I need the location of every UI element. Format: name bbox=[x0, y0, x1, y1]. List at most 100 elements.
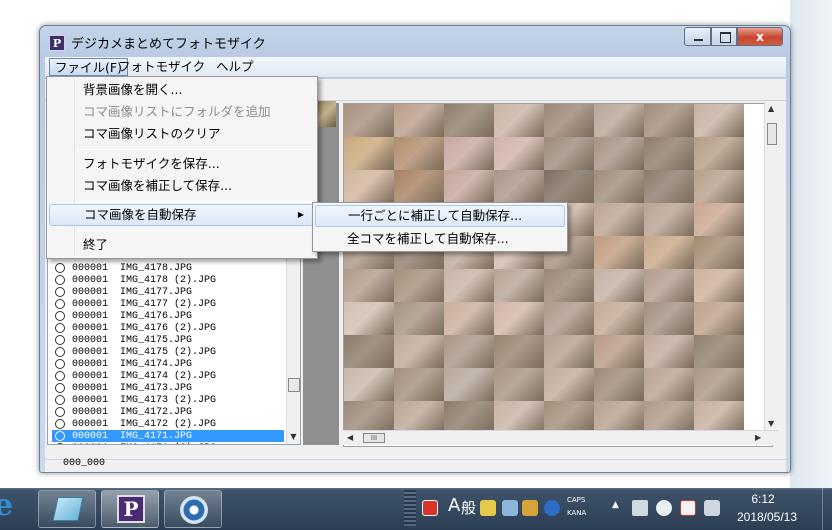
list-item[interactable]: 000001 IMG_4172.JPG bbox=[52, 406, 284, 418]
mosaic-tile bbox=[594, 137, 644, 170]
list-item[interactable]: 000001IMG_4171 (2).JPG bbox=[52, 442, 284, 444]
list-item[interactable]: 000001 IMG_4172 (2).JPG bbox=[52, 418, 284, 430]
mosaic-vertical-scroll-thumb[interactable] bbox=[767, 123, 777, 145]
show-desktop-button[interactable] bbox=[822, 488, 832, 530]
mosaic-view[interactable] bbox=[343, 103, 773, 447]
list-item-number: 000001 bbox=[72, 394, 109, 406]
minimize-button[interactable] bbox=[684, 27, 711, 46]
mosaic-tile bbox=[694, 203, 744, 236]
list-item[interactable]: 000001 IMG_4174.JPG bbox=[52, 358, 284, 370]
list-item[interactable]: 000001 IMG_4176 (2).JPG bbox=[52, 322, 284, 334]
mosaic-tile bbox=[594, 269, 644, 302]
taskbar-ie-button[interactable]: e bbox=[0, 488, 24, 528]
list-item[interactable]: 000001 IMG_4178 (2).JPG bbox=[52, 274, 284, 286]
mosaic-tile bbox=[544, 104, 594, 137]
security-shield-icon[interactable] bbox=[422, 500, 438, 516]
mosaic-horizontal-scrollbar[interactable] bbox=[343, 430, 779, 445]
mosaic-tile bbox=[444, 104, 494, 137]
scroll-left-arrow-icon[interactable]: ◀ bbox=[347, 433, 353, 442]
kana-indicator: KANA bbox=[567, 509, 587, 517]
onedrive-cloud-icon[interactable] bbox=[656, 500, 672, 516]
list-item[interactable]: 000001 IMG_4175.JPG bbox=[52, 334, 284, 346]
mosaic-tile bbox=[444, 170, 494, 203]
desktop-background bbox=[790, 0, 832, 488]
menu-item-auto-save-all[interactable]: 全コマを補正して自動保存... bbox=[315, 228, 565, 250]
menu-item-open-background[interactable]: 背景画像を開く... bbox=[49, 79, 315, 101]
mosaic-tile bbox=[644, 236, 694, 269]
menu-item-save-corrected[interactable]: コマ画像を補正して保存... bbox=[49, 175, 315, 197]
menu-item-save-mosaic[interactable]: フォトモザイクを保存... bbox=[49, 153, 315, 175]
mosaic-tile bbox=[644, 137, 694, 170]
photomosaic-app-icon[interactable]: P bbox=[49, 35, 65, 51]
scroll-down-arrow-icon[interactable]: ▼ bbox=[286, 430, 300, 444]
ime-toolbar-icon[interactable] bbox=[480, 500, 496, 516]
mosaic-tile bbox=[644, 302, 694, 335]
list-item[interactable]: 000001 IMG_4176.JPG bbox=[52, 310, 284, 322]
menu-bar: ファイル(F) フォトモザイク ヘルプ bbox=[45, 57, 786, 77]
list-scroll-thumb[interactable] bbox=[288, 378, 300, 392]
show-hidden-icons-icon[interactable]: ▲ bbox=[612, 500, 622, 516]
radio-circle-icon bbox=[55, 263, 65, 273]
list-item[interactable]: 000001 IMG_4173 (2).JPG bbox=[52, 394, 284, 406]
mosaic-tile bbox=[594, 203, 644, 236]
menu-item-auto-save[interactable]: コマ画像を自動保存 ▶ bbox=[49, 204, 315, 226]
scroll-down-arrow-icon[interactable]: ▼ bbox=[768, 419, 774, 428]
list-item-number: 000001 bbox=[72, 286, 109, 298]
caps-indicator: CAPS bbox=[567, 496, 586, 504]
network-icon[interactable] bbox=[704, 500, 720, 516]
menu-item-clear-list[interactable]: コマ画像リストのクリア bbox=[49, 123, 315, 145]
mosaic-tile bbox=[394, 104, 444, 137]
list-item[interactable]: 000001 IMG_4177.JPG bbox=[52, 286, 284, 298]
mosaic-tile bbox=[694, 137, 744, 170]
clock-date[interactable]: 2018/05/13 bbox=[734, 510, 800, 524]
list-item-filename: IMG_4173.JPG bbox=[120, 382, 193, 394]
scroll-right-arrow-icon[interactable]: ▶ bbox=[755, 433, 761, 442]
clock-time[interactable]: 6:12 bbox=[734, 492, 792, 506]
mosaic-horizontal-scroll-thumb[interactable]: III bbox=[363, 433, 385, 443]
taskbar-photomosaic-button[interactable]: P bbox=[101, 490, 159, 528]
ime-mode-indicator[interactable]: A bbox=[448, 495, 460, 516]
list-item[interactable]: 000001 IMG_4173.JPG bbox=[52, 382, 284, 394]
list-item[interactable]: 000001 IMG_4174 (2).JPG bbox=[52, 370, 284, 382]
scroll-up-arrow-icon[interactable]: ▲ bbox=[768, 104, 774, 113]
ime-dictionary-indicator[interactable]: 般 bbox=[461, 497, 476, 518]
list-item-filename: IMG_4176.JPG bbox=[120, 310, 193, 322]
list-item[interactable]: 000001 IMG_4171.JPG bbox=[52, 430, 284, 442]
list-item-filename: IMG_4175 (2).JPG bbox=[120, 346, 217, 358]
help-icon[interactable] bbox=[544, 500, 560, 516]
mosaic-tile bbox=[444, 302, 494, 335]
radio-circle-icon bbox=[55, 311, 65, 321]
menu-photomosaic[interactable]: フォトモザイク bbox=[113, 58, 210, 76]
menu-item-auto-save-per-row[interactable]: 一行ごとに補正して自動保存... bbox=[315, 205, 565, 227]
mosaic-tile bbox=[544, 137, 594, 170]
list-item[interactable]: 000001 IMG_4177 (2).JPG bbox=[52, 298, 284, 310]
status-text: 000_000 bbox=[63, 458, 106, 469]
mosaic-vertical-scrollbar[interactable] bbox=[764, 103, 779, 430]
mosaic-tile bbox=[344, 269, 394, 302]
menu-help[interactable]: ヘルプ bbox=[211, 58, 259, 76]
mosaic-tile bbox=[694, 335, 744, 368]
menu-item-exit[interactable]: 終了 bbox=[49, 234, 315, 256]
submenu-arrow-icon: ▶ bbox=[297, 210, 304, 219]
mosaic-tile bbox=[544, 170, 594, 203]
mosaic-tile bbox=[494, 335, 544, 368]
maximize-button[interactable] bbox=[711, 27, 737, 46]
list-item-number: 000001 bbox=[72, 310, 109, 322]
list-item[interactable]: 000001 IMG_4175 (2).JPG bbox=[52, 346, 284, 358]
ime-pad-icon[interactable] bbox=[502, 500, 518, 516]
list-item-number: 000001 bbox=[72, 430, 109, 442]
volume-icon[interactable] bbox=[632, 500, 648, 516]
action-center-flag-icon[interactable] bbox=[680, 500, 696, 516]
menu-separator bbox=[77, 230, 313, 231]
list-item-filename: IMG_4173 (2).JPG bbox=[120, 394, 217, 406]
ime-tools-icon[interactable] bbox=[522, 500, 538, 516]
mosaic-tile bbox=[594, 236, 644, 269]
taskbar-notepad-button[interactable] bbox=[38, 490, 96, 528]
taskbar-settings-button[interactable] bbox=[164, 490, 222, 528]
mosaic-tile bbox=[644, 335, 694, 368]
mosaic-tile bbox=[494, 104, 544, 137]
close-button[interactable]: x bbox=[737, 27, 783, 46]
status-bar: 000_000 bbox=[45, 458, 786, 472]
list-item[interactable]: 000001 IMG_4178.JPG bbox=[52, 262, 284, 274]
radio-circle-icon bbox=[55, 335, 65, 345]
